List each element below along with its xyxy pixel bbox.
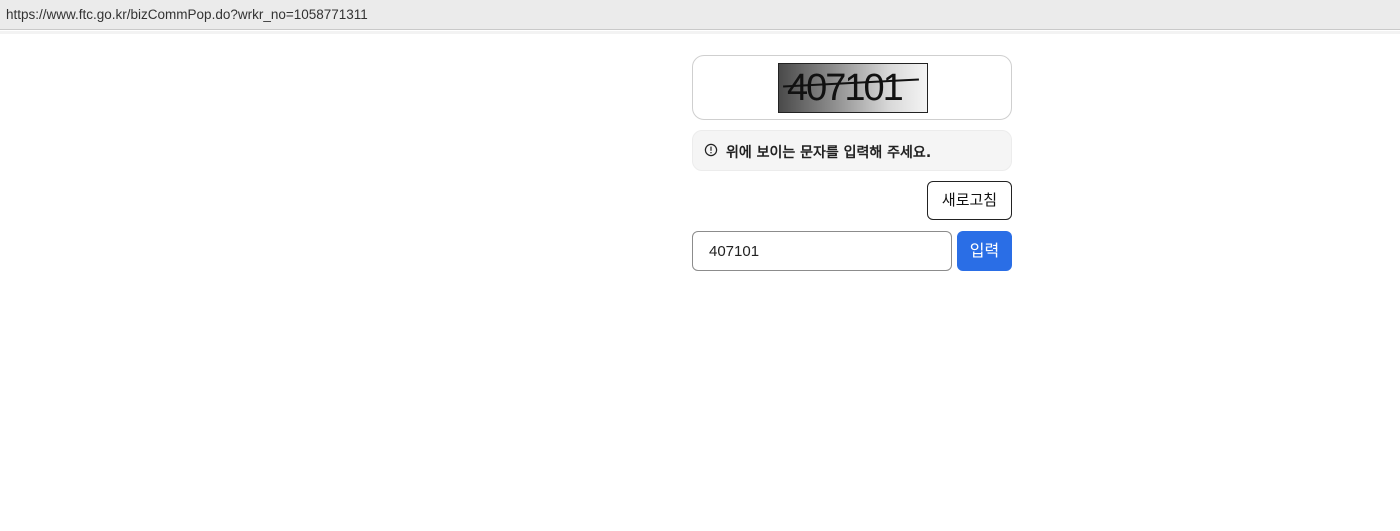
captcha-image-text: 407101 [787, 67, 904, 109]
captcha-container: 407101 [692, 55, 1012, 120]
divider [0, 31, 1400, 34]
browser-address-bar[interactable]: https://www.ftc.go.kr/bizCommPop.do?wrkr… [0, 0, 1400, 30]
info-circle-icon [704, 143, 718, 157]
submit-button[interactable]: 입력 [957, 231, 1012, 271]
notice-text: 위에 보이는 문자를 입력해 주세요. [726, 145, 932, 161]
captcha-input[interactable] [692, 231, 952, 271]
address-url[interactable]: https://www.ftc.go.kr/bizCommPop.do?wrkr… [6, 7, 368, 22]
notice-box: 위에 보이는 문자를 입력해 주세요. [692, 130, 1012, 171]
refresh-button[interactable]: 새로고침 [927, 181, 1012, 220]
captcha-image: 407101 [778, 63, 928, 113]
